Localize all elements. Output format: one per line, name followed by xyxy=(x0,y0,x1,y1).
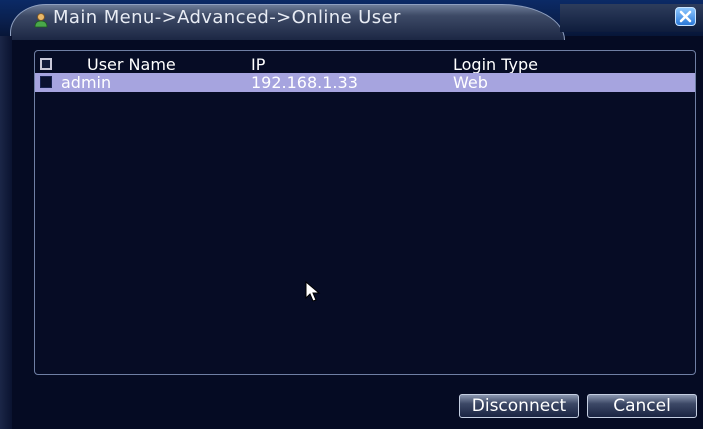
close-icon xyxy=(679,10,692,23)
title-bar: Main Menu->Advanced->Online User xyxy=(0,0,703,40)
disconnect-button[interactable]: Disconnect xyxy=(459,394,579,418)
window-title: Main Menu->Advanced->Online User xyxy=(53,7,401,28)
table-row[interactable]: admin 192.168.1.33 Web xyxy=(35,73,695,92)
cancel-button[interactable]: Cancel xyxy=(587,394,697,418)
mouse-cursor-icon xyxy=(305,281,321,302)
cell-user-name: admin xyxy=(61,73,112,92)
window-left-edge xyxy=(0,36,12,429)
online-user-window: Main Menu->Advanced->Online User User Na… xyxy=(0,0,707,433)
online-user-list[interactable]: User Name IP Login Type admin 192.168.1.… xyxy=(34,50,696,375)
cell-login-type: Web xyxy=(453,73,488,92)
select-all-checkbox[interactable] xyxy=(40,58,52,70)
close-button[interactable] xyxy=(675,7,696,26)
online-user-icon xyxy=(34,13,48,28)
column-header-login-type: Login Type xyxy=(453,55,538,74)
cell-ip: 192.168.1.33 xyxy=(251,73,358,92)
column-header-ip: IP xyxy=(251,55,266,74)
column-header-user-name: User Name xyxy=(87,55,176,74)
list-header: User Name IP Login Type xyxy=(35,55,695,74)
row-checkbox[interactable] xyxy=(40,76,52,88)
